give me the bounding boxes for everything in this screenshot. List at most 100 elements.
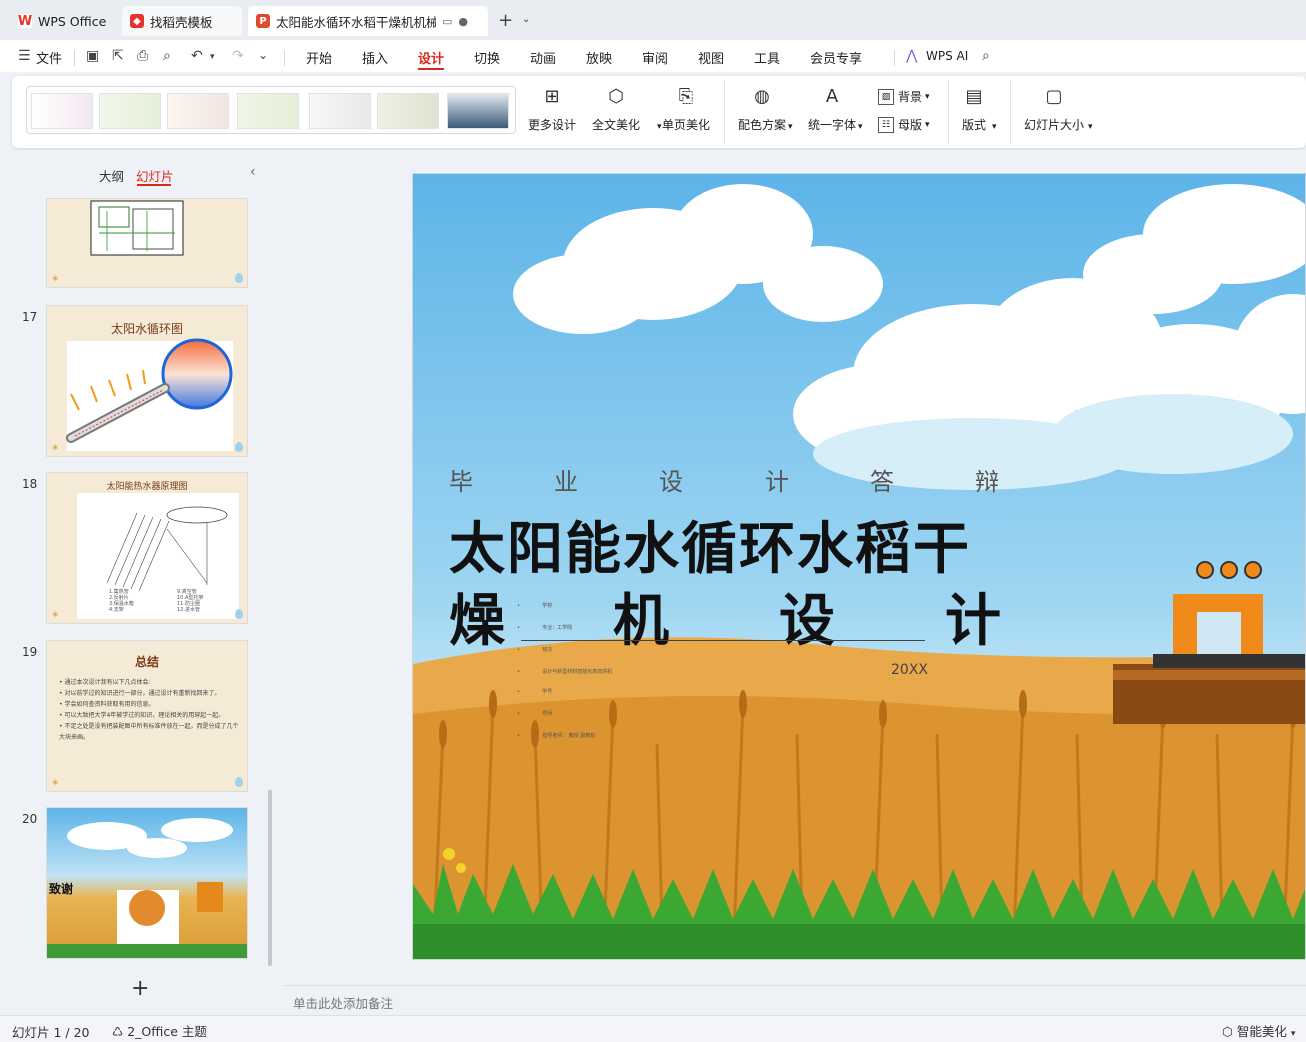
search-icon[interactable]: ⌕ [982, 48, 990, 64]
theme-gallery[interactable] [26, 86, 516, 134]
svg-text:2.反射片: 2.反射片 [109, 594, 129, 601]
slide-thumbnail-19[interactable]: 总结 • 通过本次设计我有以下几点体会: • 对以前学过的知识进行一部分，通过设… [46, 640, 248, 792]
layout-icon: ▤ [965, 85, 983, 107]
status-bar: 幻灯片 1 / 20 ♺ 2_Office 主题 ⬡ 智能美化 ▾ [0, 1015, 1306, 1042]
harvester-art [1113, 561, 1305, 724]
chevron-down-icon[interactable]: ▾ [1088, 122, 1093, 132]
slide-thumbnail-18[interactable]: 太阳能热水器原理图 1.集热管 2.反射片 3.保温水箱 4.支架 9.真空管 10.A… [46, 472, 248, 624]
chevron-down-icon[interactable]: ⌄ [522, 14, 530, 25]
subtitle-char: 答 [870, 468, 894, 496]
theme-thumb[interactable] [237, 93, 299, 129]
chevron-down-icon[interactable]: ▾ [657, 122, 662, 132]
add-slide-icon[interactable]: + [131, 976, 149, 1001]
tab-document[interactable]: P 太阳能水循环水稻干燥机机械设计 ▭ ● [248, 6, 488, 36]
tab-document-label: 太阳能水循环水稻干燥机机械设计 [276, 14, 436, 30]
notes-placeholder[interactable]: 单击此处添加备注 [293, 993, 393, 1012]
hamburger-icon[interactable]: ☰ [18, 48, 31, 64]
font-icon: A [825, 85, 839, 107]
wps-ai-icon[interactable]: ⋀ [906, 48, 917, 64]
menu-slideshow[interactable]: 放映 [586, 48, 612, 67]
info-bullet: • 学号 [517, 689, 553, 695]
tab-outline[interactable]: 大纲 [99, 166, 124, 185]
export-icon[interactable]: ⇱ [112, 48, 124, 64]
undo-icon[interactable]: ↶ [191, 48, 203, 64]
theme-thumb[interactable] [31, 93, 93, 129]
info-bullet: • 班次 [517, 647, 553, 653]
menu-animation[interactable]: 动画 [530, 48, 556, 67]
monitor-icon[interactable]: ▭ [442, 15, 452, 28]
tab-slides[interactable]: 幻灯片 [136, 166, 174, 185]
chevron-down-icon[interactable]: ▾ [858, 122, 863, 132]
menu-review[interactable]: 审阅 [642, 48, 668, 67]
slide-number: 17 [22, 310, 38, 324]
menu-insert[interactable]: 插入 [362, 48, 388, 67]
presentation-icon: P [256, 14, 270, 28]
layout-button[interactable]: ▤ 版式 [962, 84, 986, 133]
svg-text:3.保温水箱: 3.保温水箱 [109, 600, 134, 607]
new-tab-icon[interactable]: + [498, 10, 513, 31]
svg-text:4.支架: 4.支架 [109, 606, 124, 613]
theme-thumb[interactable] [309, 93, 371, 129]
color-scheme-button[interactable]: ◍ 配色方案 [738, 84, 786, 133]
grid-icon: ⊞ [544, 85, 560, 107]
more-chevron-icon[interactable]: ⌄ [258, 48, 268, 62]
title-char: 燥 [449, 589, 505, 654]
theme-indicator[interactable]: ♺ 2_Office 主题 [112, 1021, 207, 1040]
subtitle-char: 毕 [449, 468, 473, 496]
more-design-button[interactable]: ⊞ 更多设计 [528, 84, 576, 133]
current-slide[interactable]: 毕 业 设 计 答 辩 太阳能水循环水稻干 燥 机 设 计 • 学校 • 专业：… [412, 173, 1306, 960]
tab-wps-label: WPS Office [38, 13, 107, 29]
menu-design[interactable]: 设计 [418, 48, 444, 67]
theme-thumb[interactable] [447, 93, 509, 129]
thanks-title: 致谢 [49, 882, 74, 896]
page-beautify-button[interactable]: ⎘ 单页美化 [662, 84, 710, 133]
active-tab-indicator [418, 68, 444, 70]
title-char: 机 [613, 589, 669, 654]
print-icon[interactable]: ⎙ [137, 48, 148, 64]
divider [894, 50, 895, 66]
slide-thumbnail-16[interactable]: ✶ [46, 198, 248, 288]
slide-size-button[interactable]: ▢ 幻灯片大小 [1024, 84, 1084, 133]
notes-pane[interactable]: 单击此处添加备注 [282, 985, 1306, 1015]
tab-wps-office[interactable]: W WPS Office [10, 6, 116, 36]
theme-thumb[interactable] [167, 93, 229, 129]
smart-beautify-button[interactable]: ⬡ 智能美化 ▾ [1222, 1021, 1295, 1040]
divider [1010, 80, 1011, 144]
slide-thumbnail-20[interactable]: 致谢 [46, 807, 248, 959]
chevron-down-icon[interactable]: ▾ [788, 122, 793, 132]
cube-icon: ⬡ [608, 85, 624, 107]
unsaved-dot-icon[interactable]: ● [458, 15, 468, 28]
master-button[interactable]: ☷ 母版 ▾ [878, 116, 930, 133]
menu-view[interactable]: 视图 [698, 48, 724, 67]
background-button[interactable]: ▨ 背景 ▾ [878, 88, 930, 105]
theme-thumb[interactable] [99, 93, 161, 129]
panel-scrollbar[interactable] [268, 790, 272, 966]
menu-file[interactable]: 文件 [36, 48, 62, 67]
undo-menu-chevron-icon[interactable]: ▾ [210, 52, 215, 62]
menu-home[interactable]: 开始 [306, 48, 332, 67]
slide-thumbnail-17[interactable]: 太阳水循环图 ✶ [46, 305, 248, 457]
tab-template-store[interactable]: ◆ 找稻壳模板 [122, 6, 242, 36]
svg-text:12.进水管: 12.进水管 [177, 606, 200, 613]
info-bullet: • 指导老师： 教授 副教授 [517, 733, 596, 739]
chevron-left-icon[interactable]: ‹ [250, 164, 256, 180]
menu-tools[interactable]: 工具 [754, 48, 780, 67]
heater-principle-diagram: 1.集热管2.反射片3.保温水箱4.支架 9.真空管10.A型托架11.防尘圈1… [77, 493, 239, 619]
subtitle-char: 计 [765, 468, 789, 496]
print-preview-icon[interactable]: ⌕ [163, 48, 171, 64]
save-icon[interactable]: ▣ [86, 48, 99, 64]
water-drop-icon [235, 609, 243, 619]
menu-transition[interactable]: 切换 [474, 48, 500, 67]
water-drop-icon [235, 273, 243, 283]
wps-logo-icon: W [17, 13, 33, 29]
menu-wps-ai[interactable]: WPS AI [926, 49, 968, 63]
divider [948, 80, 949, 144]
chevron-down-icon[interactable]: ▾ [992, 122, 997, 132]
redo-icon[interactable]: ↷ [232, 48, 244, 64]
menu-member[interactable]: 会员专享 [810, 48, 862, 67]
unify-font-button[interactable]: A 统一字体 [808, 84, 856, 133]
info-bullet: • 设计与新型材料智能化高效烘机 [517, 669, 613, 675]
theme-thumb[interactable] [377, 93, 439, 129]
slide-editing-area: 毕 业 设 计 答 辩 太阳能水循环水稻干 燥 机 设 计 • 学校 • 专业：… [282, 150, 1306, 985]
full-beautify-button[interactable]: ⬡ 全文美化 [592, 84, 640, 133]
